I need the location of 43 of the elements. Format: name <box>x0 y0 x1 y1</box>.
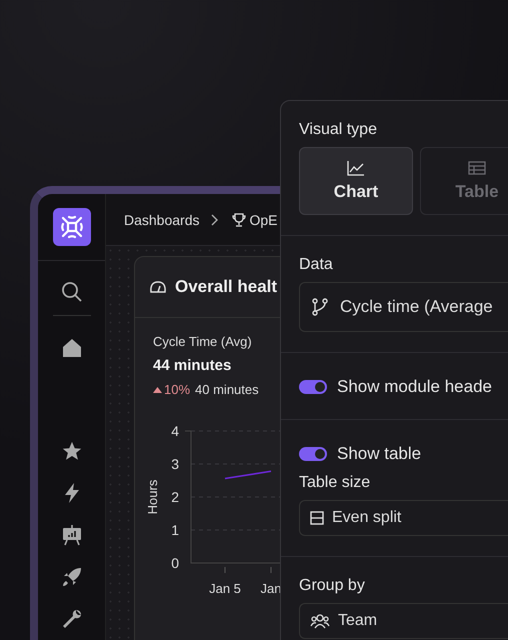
section-label: Data <box>299 256 334 274</box>
table-icon <box>468 160 486 176</box>
axis-tick-label: 3 <box>171 456 179 472</box>
toggle-switch[interactable] <box>299 380 327 394</box>
table-size-select[interactable]: Even split <box>299 500 508 536</box>
breadcrumb-link[interactable]: Dashboards <box>124 212 200 228</box>
gauge-icon <box>149 280 167 294</box>
axis-tick-label: Jan 5 <box>209 581 241 593</box>
presentation-icon[interactable] <box>60 524 82 546</box>
branch-icon <box>312 298 328 316</box>
metric-label: Cycle Time (Avg) <box>153 334 253 349</box>
trophy-icon <box>232 212 246 226</box>
previous-value: 40 minutes <box>195 382 259 397</box>
data-select[interactable]: Cycle time (Average <box>299 282 508 332</box>
group-by-select[interactable]: Team <box>299 603 508 639</box>
section-label: Visual type <box>299 121 378 139</box>
axis-tick-label: 1 <box>171 522 179 538</box>
users-icon <box>310 613 330 629</box>
axis-title: Hours <box>145 480 160 514</box>
split-layout-icon <box>310 511 324 525</box>
chevron-right-icon <box>210 214 218 226</box>
breadcrumb-link[interactable]: OpE <box>250 212 278 228</box>
axis-tick-label: 0 <box>171 555 179 571</box>
line-chart-icon <box>347 160 365 176</box>
search-icon[interactable] <box>60 281 82 303</box>
change-percent: 10% <box>164 382 190 397</box>
caret-up-icon <box>153 386 162 392</box>
section-label: Table size <box>299 474 372 492</box>
toggle-label: Show module heade <box>337 377 492 397</box>
card-title: Overall healt <box>175 277 278 297</box>
data-line <box>224 470 272 480</box>
star-icon[interactable] <box>60 440 82 462</box>
axis-tick-label: 2 <box>171 489 179 505</box>
axis-tick-label: 4 <box>171 423 179 439</box>
section-label: Group by <box>299 577 366 595</box>
app-logo-icon[interactable] <box>52 208 90 246</box>
home-icon[interactable] <box>62 338 82 358</box>
toggle-switch[interactable] <box>299 447 327 461</box>
metric-value: 44 minutes <box>153 357 232 374</box>
toggle-label: Show table <box>337 444 422 464</box>
visual-type-option[interactable]: Chart <box>299 147 413 215</box>
wrench-icon[interactable] <box>60 608 82 630</box>
rocket-icon[interactable] <box>60 566 82 588</box>
